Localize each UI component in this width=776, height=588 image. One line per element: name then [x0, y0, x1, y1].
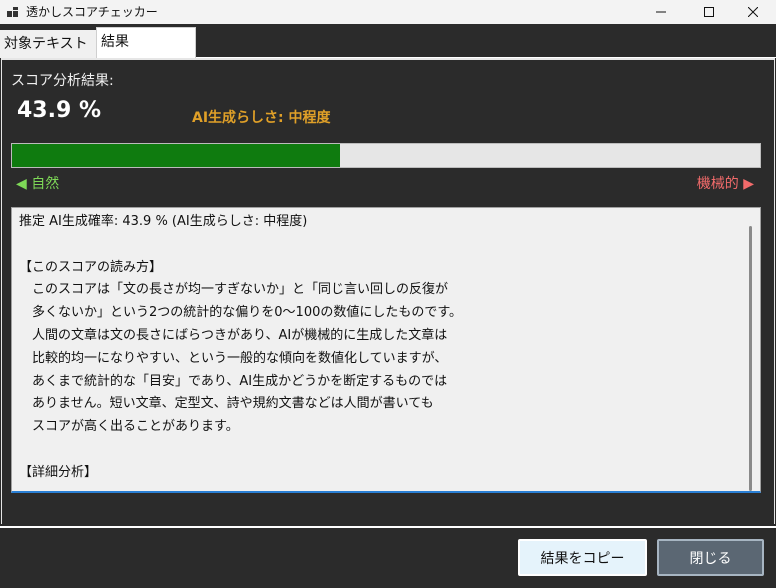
bottom-divider: [0, 526, 776, 528]
score-heading: スコア分析結果:: [11, 73, 114, 89]
result-textbox[interactable]: 推定 AI生成確率: 43.9 % (AI生成らしさ: 中程度) 【このスコアの…: [11, 207, 761, 493]
tab-target-text[interactable]: 対象テキスト: [0, 30, 96, 58]
score-progress-fill: [12, 144, 341, 167]
result-text-line: [19, 234, 739, 257]
close-window-button[interactable]: [730, 0, 776, 24]
result-text-line: このスコアは「文の長さが均一すぎないか」と「同じ言い回しの反復が: [19, 282, 449, 298]
result-text-line: スコアが高く出ることがあります。: [19, 419, 239, 435]
scrollbar-thumb[interactable]: [749, 226, 752, 491]
maximize-icon: [704, 7, 714, 17]
score-value: 43.9 %: [17, 98, 101, 123]
score-progress-bar: [11, 143, 761, 168]
result-text-line: [19, 439, 739, 462]
result-text-line: 人間の文章は文の長さにばらつきがあり、AIが機械的に生成した文章は: [19, 327, 448, 343]
result-text-line: 【このスコアの読み方】: [19, 259, 163, 275]
result-text-line: ありません。短い文章、定型文、詩や規約文書などは人間が書いても: [19, 396, 434, 412]
copy-result-button[interactable]: 結果をコピー: [518, 539, 647, 576]
app-window-icon: [7, 7, 19, 17]
result-text-line: あくまで統計的な「目安」であり、AI生成かどうかを断定するものでは: [19, 373, 448, 389]
natural-label: ◀ 自然: [16, 176, 60, 192]
result-text: 推定 AI生成確率: 43.9 % (AI生成らしさ: 中程度) 【このスコアの…: [19, 211, 739, 485]
maximize-button[interactable]: [686, 0, 732, 24]
machine-label: 機械的 ▶: [696, 176, 754, 192]
close-icon: [748, 7, 758, 17]
vertical-scrollbar[interactable]: [743, 208, 760, 491]
minimize-icon: [656, 11, 666, 13]
result-text-line: 多くないか」という2つの統計的な偏りを0〜100の数値にしたものです。: [19, 305, 463, 321]
close-button[interactable]: 閉じる: [657, 539, 764, 576]
tab-result[interactable]: 結果: [96, 27, 196, 58]
window-title: 透かしスコアチェッカー: [26, 5, 158, 19]
result-text-line: 比較的均一になりやすい、という一般的な傾向を数値化していますが、: [19, 350, 448, 366]
ai-likeness-label: AI生成らしさ: 中程度: [192, 110, 331, 126]
minimize-button[interactable]: [638, 0, 684, 24]
result-text-line: 【詳細分析】: [19, 464, 98, 480]
title-bar: 透かしスコアチェッカー: [0, 0, 776, 24]
result-text-line: 推定 AI生成確率: 43.9 % (AI生成らしさ: 中程度): [19, 214, 308, 229]
